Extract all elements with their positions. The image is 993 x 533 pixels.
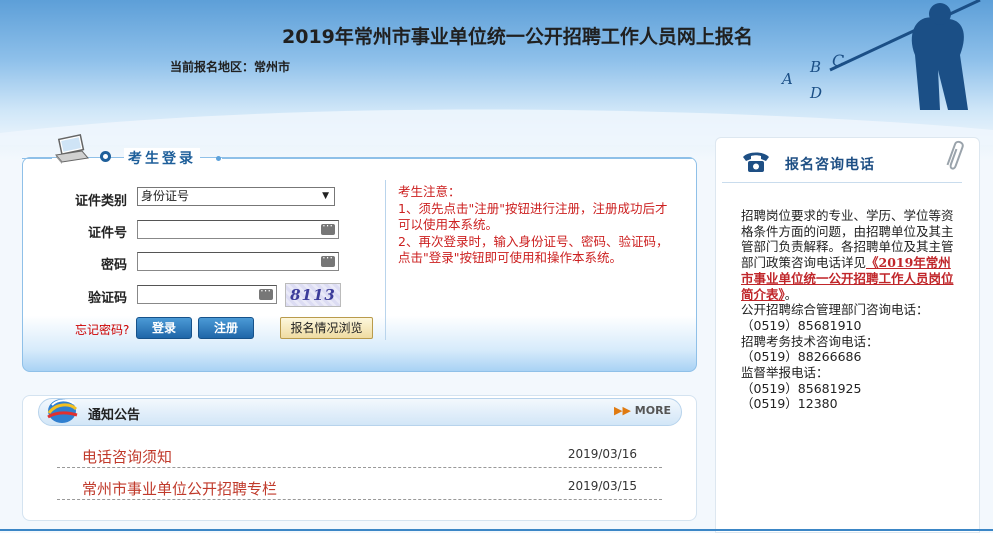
page-title: 2019年常州市事业单位统一公开招聘工作人员网上报名 bbox=[282, 26, 753, 48]
login-header-line bbox=[222, 158, 692, 159]
browse-status-button[interactable]: 报名情况浏览 bbox=[280, 317, 373, 339]
announcement-globe-icon bbox=[47, 399, 78, 423]
region-label: 当前报名地区： bbox=[170, 60, 255, 74]
captcha-label: 验证码 bbox=[87, 291, 127, 306]
login-button[interactable]: 登录 bbox=[136, 317, 192, 339]
soft-keyboard-icon[interactable] bbox=[259, 284, 273, 300]
tech-phone: （0519）88266686 bbox=[741, 349, 862, 365]
login-title-bullet-icon bbox=[100, 151, 111, 162]
id-type-select[interactable]: 身份证号 ▼ bbox=[137, 187, 335, 206]
login-divider bbox=[385, 180, 386, 340]
id-number-input[interactable] bbox=[137, 219, 339, 239]
news-row[interactable]: 常州市事业单位公开招聘专栏 2019/03/15 bbox=[57, 474, 662, 500]
login-notice: 考生注意： 1、须先点击"注册"按钮进行注册，注册成功后才可以使用本系统。 2、… bbox=[398, 184, 678, 267]
notice-line-1: 1、须先点击"注册"按钮进行注册，注册成功后才可以使用本系统。 bbox=[398, 200, 668, 233]
consult-title: 报名咨询电话 bbox=[785, 157, 875, 173]
news-title-link[interactable]: 电话咨询须知 bbox=[82, 446, 172, 467]
news-date: 2019/03/15 bbox=[567, 479, 637, 493]
forgot-password-link[interactable]: 忘记密码? bbox=[75, 321, 129, 338]
soft-keyboard-icon[interactable] bbox=[321, 219, 335, 235]
login-header-dot bbox=[216, 156, 221, 161]
news-date: 2019/03/16 bbox=[567, 447, 637, 461]
consult-intro: 招聘岗位要求的专业、学历、学位等资格条件方面的问题，由招聘单位及其主管部门负责解… bbox=[741, 208, 959, 302]
double-arrow-icon: ▶▶ bbox=[614, 404, 631, 417]
dropdown-arrow-icon: ▼ bbox=[322, 191, 329, 201]
supervise-phone-2: （0519）12380 bbox=[741, 396, 838, 412]
news-row[interactable]: 电话咨询须知 2019/03/16 bbox=[57, 442, 662, 468]
laptop-icon bbox=[55, 133, 89, 164]
decor-letter-d: D bbox=[809, 84, 822, 102]
admin-phone: （0519）85681910 bbox=[741, 317, 862, 333]
login-header-line-left bbox=[22, 158, 52, 159]
more-link[interactable]: ▶▶ MORE bbox=[614, 404, 671, 417]
telephone-icon bbox=[743, 152, 769, 172]
id-number-label: 证件号 bbox=[87, 226, 127, 241]
notice-line-2: 2、再次登录时，输入身份证号、密码、验证码，点击"登录"按钮即可使用和操作本系统… bbox=[398, 233, 669, 266]
login-title: 考生登录 bbox=[124, 148, 200, 168]
footer-line bbox=[0, 529, 993, 531]
region-value: 常州市 bbox=[254, 60, 291, 74]
captcha-input[interactable] bbox=[137, 284, 277, 304]
decor-letter-c: C bbox=[832, 51, 844, 70]
captcha-image[interactable]: 8113 bbox=[285, 283, 341, 307]
paperclip-icon bbox=[946, 140, 964, 170]
consult-intro-end: 。 bbox=[784, 286, 798, 302]
consult-body: 招聘岗位要求的专业、学历、学位等资格条件方面的问题，由招聘单位及其主管部门负责解… bbox=[741, 208, 959, 412]
password-label: 密码 bbox=[100, 258, 127, 273]
notice-title: 考生注意： bbox=[398, 184, 461, 199]
id-type-value: 身份证号 bbox=[141, 189, 190, 203]
password-input[interactable] bbox=[137, 251, 339, 271]
news-title-link[interactable]: 常州市事业单位公开招聘专栏 bbox=[82, 478, 277, 499]
supervise-phone-1: （0519）85681925 bbox=[741, 380, 862, 396]
current-region: 当前报名地区：常州市 bbox=[170, 58, 290, 75]
more-label: MORE bbox=[634, 404, 672, 417]
id-type-label: 证件类别 bbox=[74, 194, 127, 209]
soft-keyboard-icon[interactable] bbox=[321, 251, 335, 267]
admin-phone-label: 公开招聘综合管理部门咨询电话： bbox=[741, 302, 929, 318]
register-button[interactable]: 注册 bbox=[198, 317, 254, 339]
tech-phone-label: 招聘考务技术咨询电话： bbox=[741, 333, 879, 349]
decor-letter-b: B bbox=[809, 58, 821, 76]
supervise-phone-label: 监督举报电话： bbox=[741, 365, 829, 381]
announcement-title: 通知公告 bbox=[88, 408, 141, 423]
decor-letter-a: A bbox=[780, 70, 793, 88]
